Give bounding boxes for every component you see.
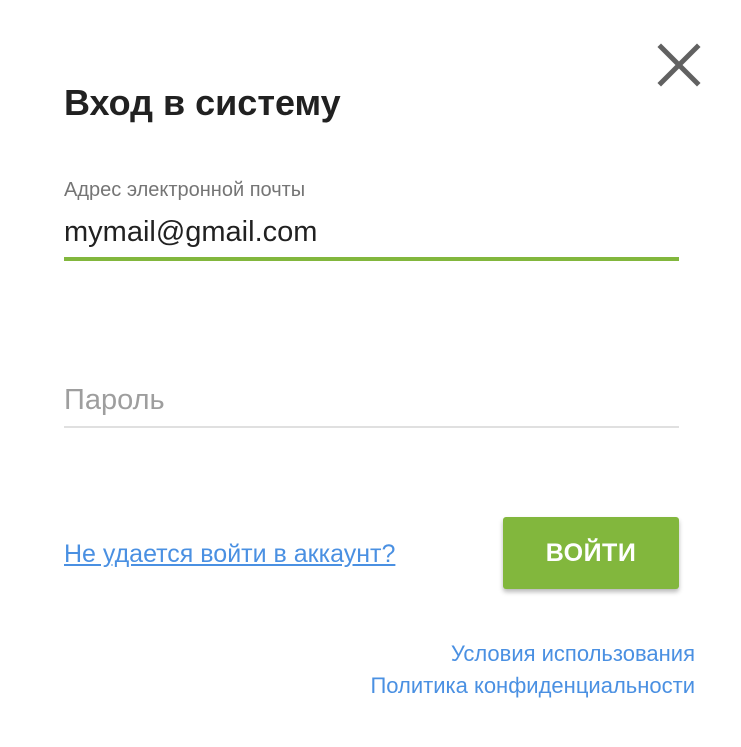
password-underline: [64, 426, 679, 428]
password-input[interactable]: [64, 380, 679, 420]
footer-links: Условия использования Политика конфиденц…: [370, 638, 695, 702]
close-icon: [657, 43, 701, 87]
email-underline: [64, 257, 679, 261]
email-label: Адрес электронной почты: [64, 179, 306, 201]
login-dialog: Вход в систему Адрес электронной почты Н…: [0, 0, 741, 747]
close-button[interactable]: [656, 42, 702, 88]
email-input[interactable]: [64, 212, 679, 252]
login-button[interactable]: ВОЙТИ: [503, 517, 679, 589]
dialog-title: Вход в систему: [64, 82, 341, 123]
forgot-account-link[interactable]: Не удается войти в аккаунт?: [64, 537, 395, 571]
terms-link[interactable]: Условия использования: [370, 638, 695, 670]
privacy-link[interactable]: Политика конфиденциальности: [370, 670, 695, 702]
